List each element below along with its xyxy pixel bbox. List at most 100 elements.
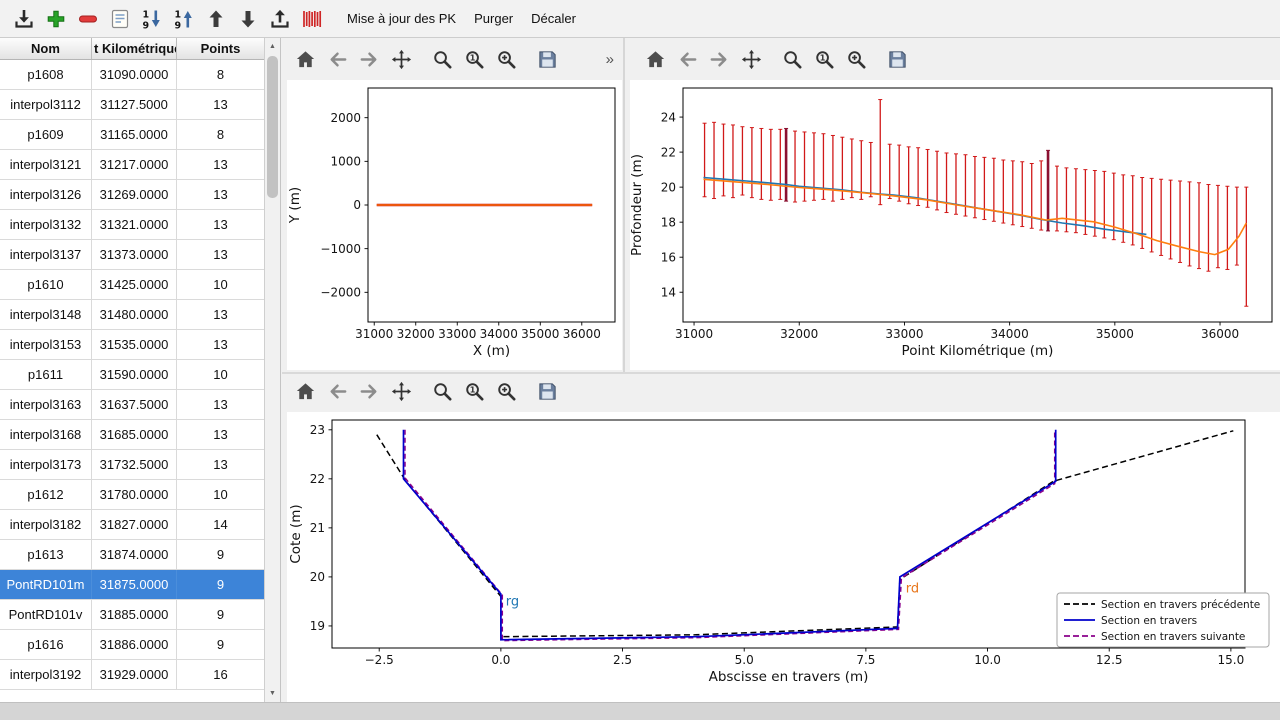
cell-pk: 31165.0000 xyxy=(92,120,177,149)
move-down-button[interactable] xyxy=(232,3,264,35)
back-button[interactable] xyxy=(322,43,352,75)
sort-ascending-icon: 1 9 xyxy=(172,7,196,31)
pan-button[interactable] xyxy=(736,43,766,75)
table-row[interactable]: p161631886.00009 xyxy=(0,630,265,660)
profile-figure: 3100032000330003400035000360001416182022… xyxy=(630,80,1280,370)
svg-text:2.5: 2.5 xyxy=(613,653,632,667)
cell-pk: 31269.0000 xyxy=(92,180,177,209)
save-button[interactable] xyxy=(532,43,562,75)
zoom-one-icon: 1 xyxy=(813,48,836,71)
import-icon xyxy=(12,7,36,31)
cell-points: 10 xyxy=(177,480,265,509)
toolbar-overflow-indicator[interactable]: » xyxy=(604,51,616,68)
cell-points: 13 xyxy=(177,450,265,479)
update-pk-button[interactable]: Mise à jour des PK xyxy=(338,6,465,31)
table-row[interactable]: interpol312631269.000013 xyxy=(0,180,265,210)
zoom-one-button[interactable]: 1 xyxy=(459,375,489,407)
table-row[interactable]: p160931165.00008 xyxy=(0,120,265,150)
zoom-button[interactable] xyxy=(777,43,807,75)
scrollbar-down-button[interactable]: ▼ xyxy=(265,686,280,701)
back-button[interactable] xyxy=(672,43,702,75)
export-icon xyxy=(268,7,292,31)
zoom-plus-button[interactable] xyxy=(841,43,871,75)
table-row[interactable]: interpol316831685.000013 xyxy=(0,420,265,450)
svg-text:9: 9 xyxy=(175,20,182,31)
plan-view-canvas[interactable]: 310003200033000340003500036000−2000−1000… xyxy=(287,80,622,368)
table-row[interactable]: interpol315331535.000013 xyxy=(0,330,265,360)
profile-toolbar: 1 xyxy=(640,41,914,77)
cell-nom: p1612 xyxy=(0,480,92,509)
zoom-plus-button[interactable] xyxy=(491,43,521,75)
back-button[interactable] xyxy=(322,375,352,407)
svg-text:rd: rd xyxy=(906,582,919,597)
vertical-splitter[interactable] xyxy=(623,38,625,372)
profile-canvas[interactable]: 3100032000330003400035000360001416182022… xyxy=(630,80,1280,368)
save-button[interactable] xyxy=(532,375,562,407)
scrollbar-up-button[interactable]: ▲ xyxy=(265,39,280,54)
save-button[interactable] xyxy=(882,43,912,75)
table-row[interactable]: p160831090.00008 xyxy=(0,60,265,90)
cell-points: 13 xyxy=(177,390,265,419)
pan-button[interactable] xyxy=(386,375,416,407)
home-button[interactable] xyxy=(290,375,320,407)
cell-points: 9 xyxy=(177,540,265,569)
table-row[interactable]: p161031425.000010 xyxy=(0,270,265,300)
table-row[interactable]: p161131590.000010 xyxy=(0,360,265,390)
zoom-plus-button[interactable] xyxy=(491,375,521,407)
scrollbar-thumb[interactable] xyxy=(267,56,278,198)
zoom-button[interactable] xyxy=(427,43,457,75)
purge-button[interactable]: Purger xyxy=(465,6,522,31)
plan-view-figure: 310003200033000340003500036000−2000−1000… xyxy=(287,80,622,370)
column-header-pk[interactable]: t Kilométrique xyxy=(92,38,177,59)
import-button[interactable] xyxy=(8,3,40,35)
cell-points: 13 xyxy=(177,420,265,449)
table-row[interactable]: PontRD101m31875.00009 xyxy=(0,570,265,600)
edit-section-button[interactable] xyxy=(104,3,136,35)
column-header-points[interactable]: Points xyxy=(177,38,265,59)
column-header-nom[interactable]: Nom xyxy=(0,38,92,59)
svg-text:31000: 31000 xyxy=(675,327,713,341)
move-up-button[interactable] xyxy=(200,3,232,35)
table-row[interactable]: interpol311231127.500013 xyxy=(0,90,265,120)
table-row[interactable]: interpol314831480.000013 xyxy=(0,300,265,330)
pan-button[interactable] xyxy=(386,43,416,75)
cell-points: 9 xyxy=(177,570,265,599)
forward-button[interactable] xyxy=(354,43,384,75)
table-row[interactable]: interpol319231929.000016 xyxy=(0,660,265,690)
shift-button[interactable]: Décaler xyxy=(522,6,585,31)
home-button[interactable] xyxy=(290,43,320,75)
svg-text:24: 24 xyxy=(661,110,676,124)
status-bar xyxy=(0,702,1280,720)
add-section-button[interactable] xyxy=(40,3,72,35)
table-scrollbar[interactable]: ▲ ▼ xyxy=(264,38,280,702)
table-row[interactable]: interpol317331732.500013 xyxy=(0,450,265,480)
table-row[interactable]: interpol318231827.000014 xyxy=(0,510,265,540)
cell-nom: interpol3173 xyxy=(0,450,92,479)
table-row[interactable]: p161331874.00009 xyxy=(0,540,265,570)
table-row[interactable]: interpol316331637.500013 xyxy=(0,390,265,420)
zoom-button[interactable] xyxy=(427,375,457,407)
export-button[interactable] xyxy=(264,3,296,35)
remove-icon xyxy=(76,7,100,31)
zoom-one-icon: 1 xyxy=(463,48,486,71)
cross-section-canvas[interactable]: −2.50.02.55.07.510.012.515.01920212223rg… xyxy=(287,412,1280,702)
zoom-one-button[interactable]: 1 xyxy=(459,43,489,75)
sections-display-button[interactable] xyxy=(296,3,328,35)
cell-points: 10 xyxy=(177,360,265,389)
cell-nom: interpol3137 xyxy=(0,240,92,269)
table-row[interactable]: PontRD101v31885.00009 xyxy=(0,600,265,630)
table-row[interactable]: interpol312131217.000013 xyxy=(0,150,265,180)
svg-text:2000: 2000 xyxy=(330,111,361,125)
table-row[interactable]: interpol313731373.000013 xyxy=(0,240,265,270)
zoom-one-button[interactable]: 1 xyxy=(809,43,839,75)
forward-button[interactable] xyxy=(354,375,384,407)
remove-section-button[interactable] xyxy=(72,3,104,35)
forward-button[interactable] xyxy=(704,43,734,75)
sort-ascending-button[interactable]: 1 9 xyxy=(168,3,200,35)
sort-descending-button[interactable]: 1 9 xyxy=(136,3,168,35)
table-row[interactable]: p161231780.000010 xyxy=(0,480,265,510)
pan-icon xyxy=(740,48,763,71)
home-button[interactable] xyxy=(640,43,670,75)
table-row[interactable]: interpol313231321.000013 xyxy=(0,210,265,240)
zoom-icon xyxy=(431,48,454,71)
